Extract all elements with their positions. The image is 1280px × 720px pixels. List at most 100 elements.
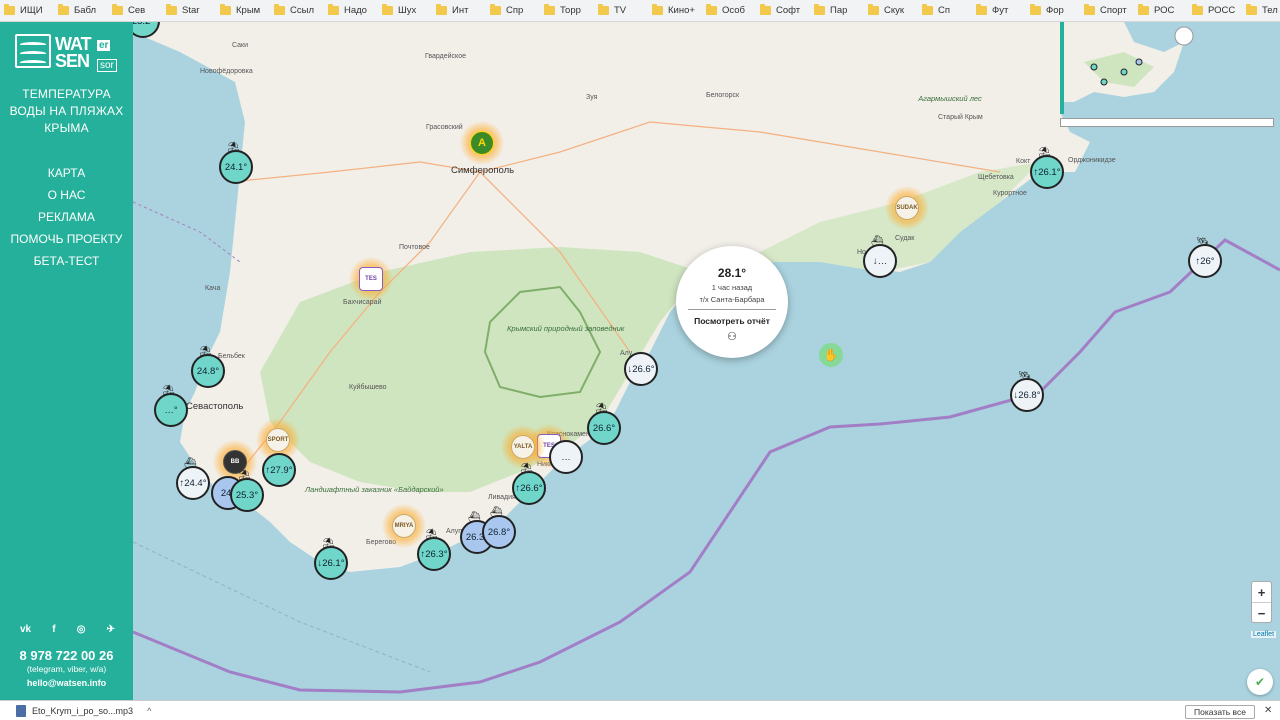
bookmark-folder[interactable]: Сев [112,4,164,16]
instagram-icon[interactable]: ◎ [77,624,86,635]
close-icon[interactable]: ✕ [1264,705,1272,716]
folder-icon [544,4,555,15]
bookmark-folder[interactable]: Ссыл [274,4,326,16]
bookmark-folder[interactable]: Надо [328,4,380,16]
email-link[interactable]: hello@watsen.info [0,678,133,688]
label-sudak: Судак [895,235,915,242]
folder-icon [58,4,69,15]
bookmark-folder[interactable]: Тел [1246,4,1280,16]
phone-number[interactable]: 8 978 722 00 26 [0,648,133,663]
bookmark-folder[interactable]: Бабл [58,4,110,16]
bookmark-folder[interactable]: Фор [1030,4,1082,16]
chevron-up-icon[interactable]: ^ [147,706,151,716]
downloads-bar: Eto_Krym_i_po_so...mp3 ^ Показать все ✕ [0,700,1280,720]
beach-icon: ⛱ [238,470,251,481]
bookmark-folder[interactable]: Шух [382,4,434,16]
bookmark-folder[interactable]: Star [166,4,218,16]
bookmark-folder[interactable]: РОС [1138,4,1190,16]
zoom-out-button[interactable]: − [1252,603,1271,624]
bookmark-folder[interactable]: Фут [976,4,1028,16]
view-report-link[interactable]: Посмотреть отчёт [676,316,788,326]
brand-marker-simferopol[interactable]: A [460,121,504,165]
temp-marker[interactable]: ⛱ ↑ 26.6° [512,463,546,505]
temp-marker[interactable]: … [549,440,583,474]
folder-icon [868,4,879,15]
hand-cursor-icon: ✋ [819,343,843,367]
leaflet-attribution[interactable]: Leaflet [1251,631,1277,638]
bookmark-folder[interactable]: Пар [814,4,866,16]
folder-icon [1138,4,1149,15]
bookmark-folder[interactable]: Особ [706,4,758,16]
beach-icon: ⛱ [322,538,335,549]
satellite-icon: 🛰 [1196,236,1209,247]
label-kacha: Кача [205,285,221,292]
label-belbek: Бельбек [218,353,245,360]
folder-icon [436,4,447,15]
vk-icon[interactable]: vk [20,624,31,635]
minimap-terrain [1064,22,1194,102]
bookmark-folder[interactable]: Торр [544,4,596,16]
brand-marker-sudak[interactable]: SUDAK [885,186,929,230]
label-zuya: Зуя [586,94,598,101]
temp-marker[interactable]: ⛱ ↓ 26.1° [314,538,348,580]
nav-item-map[interactable]: КАРТА [0,162,133,184]
facebook-icon[interactable]: f [52,624,55,635]
bookmark-folder[interactable]: Софт [760,4,812,16]
download-item[interactable]: Eto_Krym_i_po_so...mp3 ^ [16,704,151,717]
nav-item-about[interactable]: О НАС [0,184,133,206]
temp-marker[interactable]: ⛴ ↓… [863,236,897,278]
temp-marker[interactable]: ⛱ …° [154,385,188,427]
binoculars-icon[interactable]: ⚇ [676,330,788,343]
bookmark-folder[interactable]: Спорт [1084,4,1136,16]
nav-item-beta[interactable]: БЕТА-ТЕСТ [0,250,133,272]
bookmark-folder[interactable]: Сп [922,4,974,16]
site-logo[interactable]: WAT er SEN sor [15,34,125,74]
folder-icon [382,4,393,15]
temp-marker[interactable]: ⛱ 26.6° [587,403,621,445]
bookmark-folder[interactable]: Скук [868,4,920,16]
shield-icon[interactable]: ✔ [1247,669,1273,695]
temp-marker[interactable]: ↓ 26.6° [624,352,658,386]
temp-marker[interactable]: ⛱ 24.8° [191,346,225,388]
temp-marker[interactable]: ⛱ ↑ 26.3° [417,529,451,571]
bookmark-folder[interactable]: TV [598,4,650,16]
bookmark-folder[interactable]: Инт [436,4,488,16]
temp-marker[interactable]: 🛰 ↑ 26° [1188,236,1222,278]
brand-marker-mriya[interactable]: MRIYA [382,504,426,548]
show-all-downloads-button[interactable]: Показать все [1185,705,1255,719]
satellite-icon: 🛰 [1018,370,1031,381]
temp-marker[interactable]: ⛴ 26.8° [482,507,516,549]
temp-marker[interactable]: ⛱ 25.3° [230,470,264,512]
bookmark-folder[interactable]: Спр [490,4,542,16]
folder-icon [922,4,933,15]
folder-icon [274,4,285,15]
label-kuybyshevo: Куйбышево [349,384,387,391]
temp-marker[interactable]: ⛱ ↑ 26.1° [1030,147,1064,189]
folder-icon [598,4,609,15]
label-pochtovoe: Почтовое [399,244,430,251]
label-simferopol: Симферополь [451,165,515,176]
bookmark-folder[interactable]: Кино+ [652,4,704,16]
zoom-in-button[interactable]: + [1252,582,1271,603]
nav-item-ads[interactable]: РЕКЛАМА [0,206,133,228]
temp-marker[interactable]: 🛰 ↓ 26.8° [1010,370,1044,412]
label-shchebetovka: Щебетовка [978,174,1014,181]
temp-marker[interactable]: ↑ 27.9° [262,453,296,487]
boat-icon: ⛴ [468,512,481,523]
beach-icon: ⛱ [162,385,175,396]
temp-marker[interactable]: ⛴ ↑ 24.4° [176,458,210,500]
nav-item-donate[interactable]: ПОМОЧЬ ПРОЕКТУ [0,228,133,250]
popup-temperature: 28.1° [717,266,747,280]
brand-marker-bakhchisaray[interactable]: TES [349,257,393,301]
bookmark-folder[interactable]: ИЩИ [4,4,56,16]
label-koktebel: Кокт [1016,158,1031,165]
bookmark-folder[interactable]: РОСС [1192,4,1244,16]
sidebar: WAT er SEN sor ТЕМПЕРАТУРА ВОДЫ НА ПЛЯЖА… [0,22,133,700]
bookmark-folder[interactable]: Крым [220,4,272,16]
social-links: vk f ◎ ✈ [20,624,115,635]
label-baydarsky: Ландшафтный заказник «Байдарский» [305,485,444,494]
temp-marker[interactable]: ⛱ 24.1° [219,142,253,184]
minimap[interactable] [1060,22,1280,114]
folder-icon [1084,4,1095,15]
telegram-icon[interactable]: ✈ [107,624,115,635]
